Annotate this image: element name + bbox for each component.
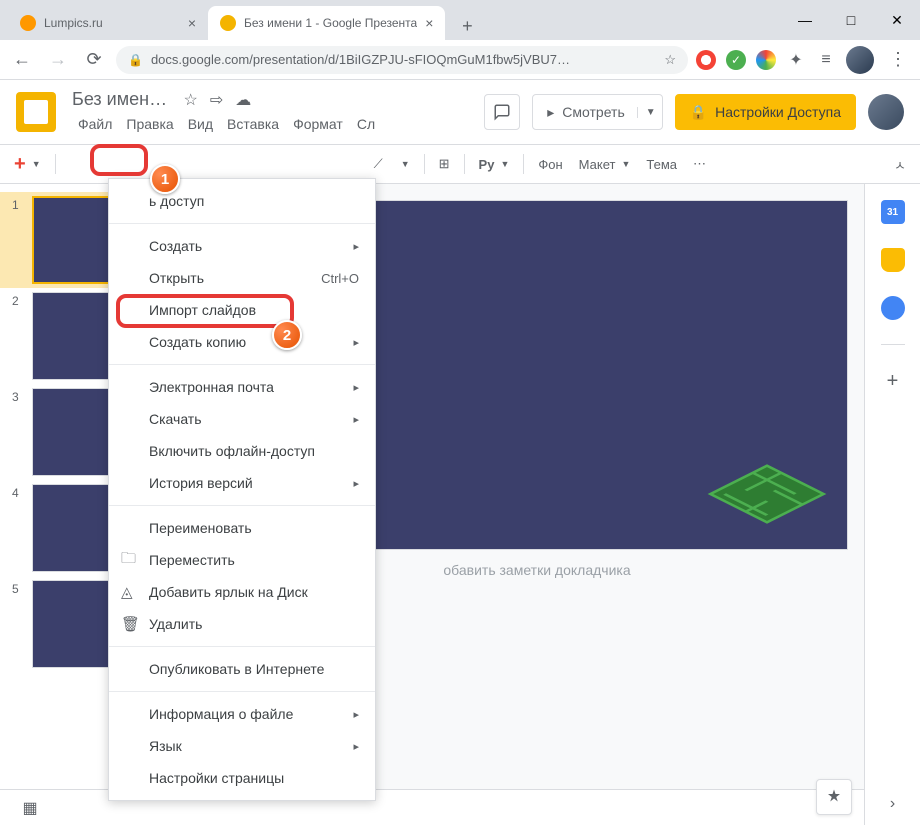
annotation-badge-1: 1 — [150, 164, 180, 194]
extension-icon[interactable] — [756, 50, 776, 70]
extensions-button[interactable]: ✦ — [786, 50, 806, 70]
file-menu-dropdown: ь доступ Создать▸ ОткрытьCtrl+O Импорт с… — [108, 178, 376, 801]
grid-view-button[interactable]: ▦ — [16, 794, 44, 822]
window-controls: — □ ✕ — [782, 0, 920, 40]
present-label: Смотреть — [562, 104, 624, 120]
collapse-button[interactable]: ㅅ — [888, 151, 912, 178]
menu-import-slides[interactable]: Импорт слайдов — [109, 294, 375, 326]
document-title[interactable]: Без имен… — [72, 89, 167, 109]
url-input[interactable]: 🔒 docs.google.com/presentation/d/1BiIGZP… — [116, 46, 688, 74]
comments-button[interactable] — [484, 94, 520, 130]
lock-icon: 🔒 — [128, 53, 143, 67]
menu-slide[interactable]: Сл — [351, 112, 381, 136]
new-slide-button[interactable]: +▼ — [8, 149, 47, 180]
reload-button[interactable]: ⟳ — [80, 46, 108, 74]
cloud-icon[interactable]: ☁ — [235, 90, 251, 110]
menu-file[interactable]: Файл — [72, 112, 118, 136]
extension-icon[interactable] — [696, 50, 716, 70]
folder-icon: 🗀 — [121, 548, 139, 573]
select-button[interactable]: ▼ — [393, 155, 416, 173]
star-icon[interactable]: ☆ — [664, 52, 676, 68]
menu-delete[interactable]: 🗑Удалить — [109, 608, 375, 640]
menu-edit[interactable]: Правка — [120, 112, 179, 136]
menu-file-info[interactable]: Информация о файле▸ — [109, 698, 375, 730]
account-avatar[interactable] — [868, 94, 904, 130]
menu-make-copy[interactable]: Создать копию▸ — [109, 326, 375, 358]
browser-titlebar: Lumpics.ru × Без имени 1 - Google Презен… — [0, 0, 920, 40]
menu-page-setup[interactable]: Настройки страницы — [109, 762, 375, 794]
back-button[interactable]: ← — [8, 46, 36, 74]
close-window-button[interactable]: ✕ — [874, 0, 920, 40]
tasks-icon[interactable] — [881, 296, 905, 320]
collapse-sidepanel-button[interactable]: › — [890, 795, 895, 813]
background-button[interactable]: Фон — [532, 153, 568, 176]
close-icon[interactable]: × — [188, 15, 196, 31]
theme-button[interactable]: Тема — [640, 153, 683, 176]
menu-share[interactable]: ь доступ — [109, 185, 375, 217]
zoom-button[interactable]: ⟋ — [368, 152, 389, 176]
maze-graphic — [707, 459, 827, 529]
chevron-down-icon[interactable]: ▼ — [637, 107, 656, 118]
tab-title: Без имени 1 - Google Презента — [244, 16, 417, 30]
menu-create[interactable]: Создать▸ — [109, 230, 375, 262]
calendar-icon[interactable]: 31 — [881, 200, 905, 224]
profile-avatar[interactable] — [846, 46, 874, 74]
favicon-icon — [20, 15, 36, 31]
star-icon[interactable]: ☆ — [184, 90, 198, 110]
more-button[interactable]: ⋯ — [687, 152, 712, 176]
maximize-button[interactable]: □ — [828, 0, 874, 40]
menu-version-history[interactable]: История версий▸ — [109, 467, 375, 499]
share-button[interactable]: 🔒 Настройки Доступа — [675, 94, 856, 130]
menu-move[interactable]: 🗀Переместить — [109, 544, 375, 576]
side-panel: 31 + › — [864, 184, 920, 825]
menu-download[interactable]: Скачать▸ — [109, 403, 375, 435]
tab-title: Lumpics.ru — [44, 16, 180, 30]
extension-icons: ✓ ✦ ≡ ⋮ — [696, 46, 912, 74]
keep-icon[interactable] — [881, 248, 905, 272]
play-icon: ▸ — [547, 104, 554, 121]
new-tab-button[interactable]: + — [453, 12, 481, 40]
extension-icon[interactable]: ≡ — [816, 50, 836, 70]
menu-publish[interactable]: Опубликовать в Интернете — [109, 653, 375, 685]
browser-tab-active[interactable]: Без имени 1 - Google Презента × — [208, 6, 445, 40]
move-icon[interactable]: ⇨ — [210, 90, 223, 110]
browser-tab[interactable]: Lumpics.ru × — [8, 6, 208, 40]
drive-icon: ◬ — [121, 583, 139, 601]
menu-language[interactable]: Язык▸ — [109, 730, 375, 762]
favicon-icon — [220, 15, 236, 31]
close-icon[interactable]: × — [425, 15, 433, 31]
forward-button[interactable]: → — [44, 46, 72, 74]
addon-button[interactable]: Py▼ — [473, 153, 516, 176]
menu-format[interactable]: Формат — [287, 112, 349, 136]
menu-view[interactable]: Вид — [182, 112, 219, 136]
menu-insert[interactable]: Вставка — [221, 112, 285, 136]
url-text: docs.google.com/presentation/d/1BiIGZPJU… — [151, 52, 570, 67]
explore-button[interactable] — [816, 779, 852, 815]
textbox-button[interactable]: ⊞ — [433, 152, 456, 176]
app-header: Без имен… ☆ ⇨ ☁ Файл Правка Вид Вставка … — [0, 80, 920, 144]
slides-logo-icon[interactable] — [16, 92, 56, 132]
speaker-notes[interactable]: обавить заметки докладчика — [443, 562, 630, 578]
trash-icon: 🗑 — [121, 615, 139, 633]
menu-rename[interactable]: Переименовать — [109, 512, 375, 544]
browser-address-bar: ← → ⟳ 🔒 docs.google.com/presentation/d/1… — [0, 40, 920, 80]
menu-open[interactable]: ОткрытьCtrl+O — [109, 262, 375, 294]
menu-email[interactable]: Электронная почта▸ — [109, 371, 375, 403]
add-addon-button[interactable]: + — [881, 369, 905, 393]
share-label: Настройки Доступа — [715, 104, 841, 120]
minimize-button[interactable]: — — [782, 0, 828, 40]
browser-menu-button[interactable]: ⋮ — [884, 46, 912, 74]
menu-add-drive-shortcut[interactable]: ◬Добавить ярлык на Диск — [109, 576, 375, 608]
annotation-badge-2: 2 — [272, 320, 302, 350]
menubar: Файл Правка Вид Вставка Формат Сл — [72, 112, 381, 136]
lock-icon: 🔒 — [690, 104, 707, 121]
present-button[interactable]: ▸ Смотреть ▼ — [532, 94, 662, 130]
extension-icon[interactable]: ✓ — [726, 50, 746, 70]
menu-offline[interactable]: Включить офлайн-доступ — [109, 435, 375, 467]
layout-button[interactable]: Макет▼ — [573, 153, 637, 176]
